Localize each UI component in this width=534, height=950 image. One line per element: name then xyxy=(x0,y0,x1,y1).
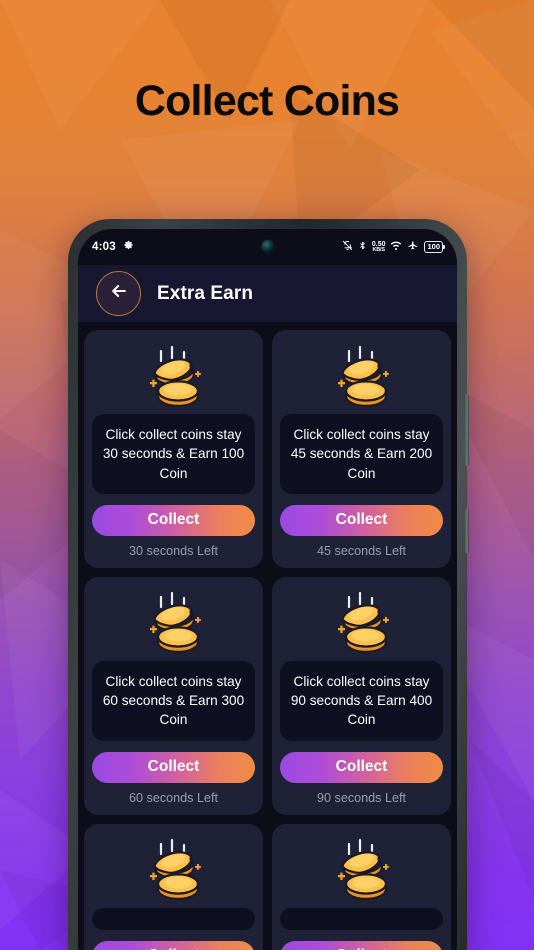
page-title: Collect Coins xyxy=(134,77,400,125)
coins-icon xyxy=(92,586,255,661)
status-bar-right: 0.50 KB/S 100 xyxy=(342,240,445,254)
time-left-label: 90 seconds Left xyxy=(317,790,406,805)
status-bar: 4:03 0.50 KB/S 100 xyxy=(78,229,457,265)
front-camera-icon xyxy=(261,240,274,253)
status-bar-left: 4:03 xyxy=(92,240,134,254)
collect-button[interactable]: Collect xyxy=(92,504,255,536)
coins-icon xyxy=(280,586,443,661)
airplane-mode-icon xyxy=(407,240,419,254)
collect-button[interactable]: Collect xyxy=(280,751,443,783)
gear-icon xyxy=(123,240,134,254)
reward-description xyxy=(280,907,443,930)
coins-icon xyxy=(92,339,255,414)
mute-bell-icon xyxy=(342,240,353,254)
collect-button[interactable]: Collect xyxy=(280,940,443,950)
collect-button[interactable]: Collect xyxy=(92,940,255,950)
cards-scroll-area[interactable]: Click collect coins stay 30 seconds & Ea… xyxy=(78,322,457,950)
reward-card[interactable]: Click collect coins stay 90 seconds & Ea… xyxy=(272,576,451,815)
time-left-label: 30 seconds Left xyxy=(129,543,218,558)
time-left-label: 60 seconds Left xyxy=(129,790,218,805)
power-button[interactable] xyxy=(465,509,469,553)
time-left-label: 45 seconds Left xyxy=(317,543,406,558)
coins-icon xyxy=(92,833,255,908)
reward-description: Click collect coins stay 45 seconds & Ea… xyxy=(280,414,443,494)
app-bar: Extra Earn xyxy=(78,265,457,322)
reward-description: Click collect coins stay 90 seconds & Ea… xyxy=(280,660,443,741)
reward-card[interactable]: Click collect coins stay 60 seconds & Ea… xyxy=(84,576,263,815)
battery-icon: 100 xyxy=(424,240,445,254)
coins-icon xyxy=(280,339,443,414)
arrow-left-icon xyxy=(109,281,129,306)
reward-description xyxy=(92,907,255,930)
reward-card[interactable]: Click collect coins stay 30 seconds & Ea… xyxy=(84,330,263,568)
reward-description: Click collect coins stay 30 seconds & Ea… xyxy=(92,414,255,494)
phone-screen: 4:03 0.50 KB/S 100 Extra Earn Click coll… xyxy=(78,229,457,950)
bluetooth-icon xyxy=(358,240,367,254)
phone-mockup: 4:03 0.50 KB/S 100 Extra Earn Click coll… xyxy=(68,219,469,950)
wifi-icon xyxy=(390,240,402,254)
promo-banner: Collect Coins 4:03 0.50 KB/S 100 Extra E… xyxy=(0,0,534,950)
reward-card[interactable]: Collect xyxy=(272,823,451,950)
cards-grid: Click collect coins stay 30 seconds & Ea… xyxy=(84,330,451,950)
reward-card[interactable]: Click collect coins stay 45 seconds & Ea… xyxy=(272,330,451,568)
coins-icon xyxy=(280,833,443,908)
back-button[interactable] xyxy=(96,271,141,316)
volume-button[interactable] xyxy=(465,394,469,466)
network-speed-icon: 0.50 KB/S xyxy=(371,240,386,253)
reward-card[interactable]: Collect xyxy=(84,823,263,950)
app-bar-title: Extra Earn xyxy=(157,282,254,304)
status-bar-time: 4:03 xyxy=(92,241,116,253)
collect-button[interactable]: Collect xyxy=(92,751,255,783)
reward-description: Click collect coins stay 60 seconds & Ea… xyxy=(92,660,255,741)
collect-button[interactable]: Collect xyxy=(280,504,443,536)
